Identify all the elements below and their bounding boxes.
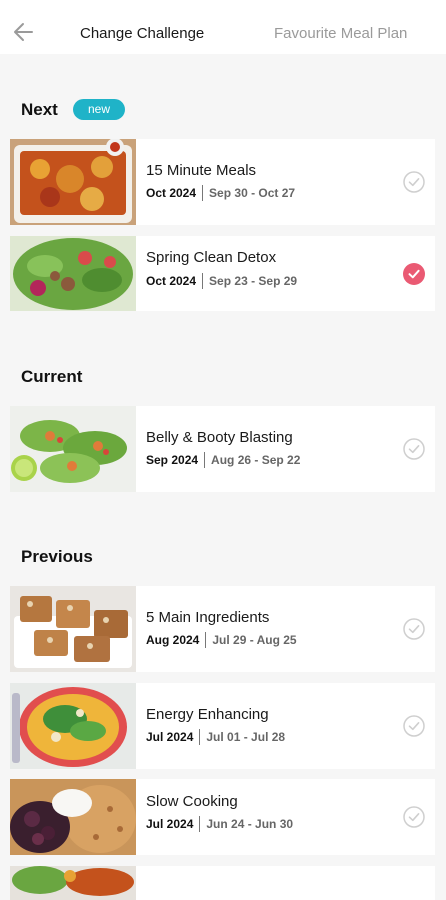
card-date-range: Sep 23 - Sep 29 — [209, 274, 298, 288]
card-month: Oct 2024 — [146, 186, 197, 200]
baked-pasta-image — [10, 139, 136, 225]
challenge-card-spring-clean-detox[interactable]: Spring Clean Detox Oct 2024 Sep 23 - Sep… — [10, 236, 435, 311]
card-date: Oct 2024 Sep 23 - Sep 29 — [146, 273, 297, 289]
curry-soup-image — [10, 683, 136, 769]
berry-granola-image — [10, 779, 136, 855]
card-month: Jul 2024 — [146, 730, 194, 744]
challenge-card-partial[interactable] — [10, 866, 435, 900]
card-title: 5 Main Ingredients — [146, 609, 270, 626]
unselected-check-icon[interactable] — [403, 171, 425, 193]
top-bar: Change Challenge Favourite Meal Plan — [0, 0, 446, 54]
card-date: Sep 2024 Aug 26 - Sep 22 — [146, 452, 300, 468]
unselected-check-icon[interactable] — [403, 438, 425, 460]
unselected-check-icon[interactable] — [403, 715, 425, 737]
card-title: Slow Cooking — [146, 793, 238, 810]
divider — [205, 632, 207, 648]
card-date-range: Jul 29 - Aug 25 — [212, 633, 297, 647]
unselected-check-icon[interactable] — [403, 806, 425, 828]
challenge-card-slow-cooking[interactable]: Slow Cooking Jul 2024 Jun 24 - Jun 30 — [10, 779, 435, 855]
challenge-card-15-minute-meals[interactable]: 15 Minute Meals Oct 2024 Sep 30 - Oct 27 — [10, 139, 435, 225]
challenge-card-5-main-ingredients[interactable]: 5 Main Ingredients Aug 2024 Jul 29 - Aug… — [10, 586, 435, 672]
tab-change-challenge[interactable]: Change Challenge — [80, 25, 204, 42]
card-month: Oct 2024 — [146, 274, 197, 288]
card-date-range: Aug 26 - Sep 22 — [211, 453, 301, 467]
card-date-range: Sep 30 - Oct 27 — [209, 186, 296, 200]
selected-check-icon[interactable] — [403, 263, 425, 285]
green-salad-image — [10, 236, 136, 311]
card-title: Energy Enhancing — [146, 706, 269, 723]
challenge-card-energy-enhancing[interactable]: Energy Enhancing Jul 2024 Jul 01 - Jul 2… — [10, 683, 435, 769]
section-title-next: Next — [21, 100, 58, 119]
back-arrow-icon[interactable] — [12, 20, 34, 44]
divider — [202, 273, 204, 289]
card-date-range: Jun 24 - Jun 30 — [206, 817, 294, 831]
card-date-range: Jul 01 - Jul 28 — [206, 730, 286, 744]
new-badge: new — [73, 99, 125, 120]
section-title-current: Current — [21, 367, 83, 386]
card-date: Aug 2024 Jul 29 - Aug 25 — [146, 632, 297, 648]
card-month: Jul 2024 — [146, 817, 194, 831]
card-date: Oct 2024 Sep 30 - Oct 27 — [146, 185, 295, 201]
tab-favourite-meal-plan[interactable]: Favourite Meal Plan — [274, 25, 407, 42]
lettuce-tacos-image — [10, 406, 136, 492]
card-title: Belly & Booty Blasting — [146, 429, 293, 446]
card-date: Jul 2024 Jul 01 - Jul 28 — [146, 729, 285, 745]
card-month: Sep 2024 — [146, 453, 199, 467]
section-title-previous: Previous — [21, 547, 93, 566]
nut-bars-image — [10, 586, 136, 672]
card-title: Spring Clean Detox — [146, 249, 277, 266]
challenge-card-belly-booty-blasting[interactable]: Belly & Booty Blasting Sep 2024 Aug 26 -… — [10, 406, 435, 492]
partial-dish-image — [10, 866, 136, 900]
divider — [204, 452, 206, 468]
divider — [199, 729, 201, 745]
card-month: Aug 2024 — [146, 633, 200, 647]
divider — [199, 816, 201, 832]
card-title: 15 Minute Meals — [146, 162, 257, 179]
card-date: Jul 2024 Jun 24 - Jun 30 — [146, 816, 293, 832]
divider — [202, 185, 204, 201]
unselected-check-icon[interactable] — [403, 618, 425, 640]
